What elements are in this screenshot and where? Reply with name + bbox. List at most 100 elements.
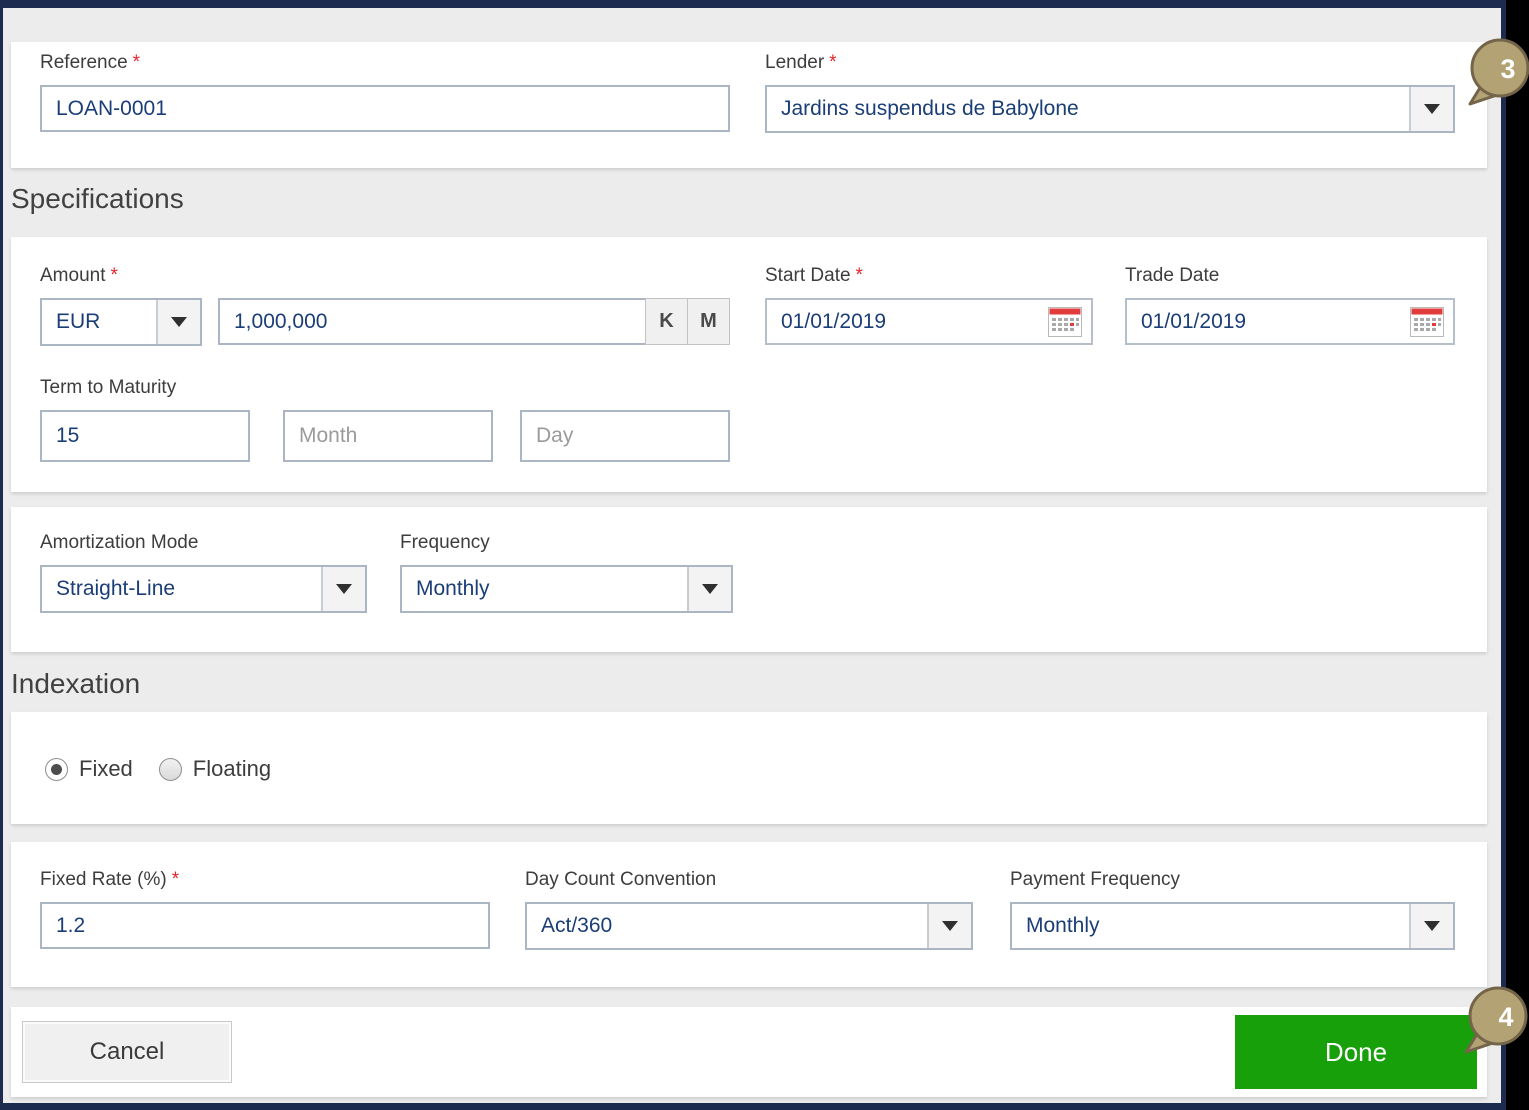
caret-down-icon [702, 584, 718, 594]
start-date-input[interactable]: 01/01/2019 [765, 298, 1093, 345]
radio-selected-icon[interactable] [45, 757, 68, 781]
lender-dropdown-button[interactable] [1409, 87, 1453, 131]
start-date-field-group: Start Date * 01/01/2019 [765, 265, 1093, 345]
lender-selected-value: Jardins suspendus de Babylone [781, 97, 1079, 120]
caret-down-icon [1424, 921, 1440, 931]
currency-selected-value: EUR [56, 310, 101, 333]
amortization-mode-label: Amortization Mode [40, 532, 367, 554]
amount-input-wrap: K M [218, 298, 730, 346]
term-to-maturity-field-group: Term to Maturity [40, 377, 730, 462]
amount-row: EUR K M [40, 298, 730, 346]
indexation-section-title: Indexation [11, 668, 141, 699]
payment-frequency-dropdown-button[interactable] [1409, 904, 1453, 948]
start-date-value: 01/01/2019 [781, 309, 887, 333]
radio-unselected-icon[interactable] [158, 757, 182, 781]
term-day-input[interactable] [520, 410, 730, 462]
amortization-card: Amortization Mode Straight-Line Frequenc… [11, 507, 1487, 652]
trade-date-input[interactable]: 01/01/2019 [1125, 298, 1455, 345]
required-asterisk: * [855, 265, 863, 286]
start-date-label: Start Date * [765, 265, 1093, 287]
thousand-button[interactable]: K [645, 298, 688, 345]
cancel-button[interactable]: Cancel [22, 1021, 232, 1083]
required-asterisk: * [110, 265, 118, 286]
amortization-mode-value: Straight-Line [56, 577, 176, 600]
indexation-type-radio-group: Fixed Floating [45, 756, 271, 782]
radio-option-fixed[interactable]: Fixed [45, 756, 133, 782]
trade-date-label: Trade Date [1125, 265, 1455, 287]
step-3-annotation-badge: 3 [1468, 38, 1529, 106]
term-to-maturity-row [40, 410, 730, 462]
radio-floating-label: Floating [192, 756, 272, 781]
term-to-maturity-label-text: Term to Maturity [40, 377, 177, 398]
million-button[interactable]: M [687, 298, 730, 345]
lender-label-text: Lender [765, 52, 825, 73]
amount-label-text: Amount [40, 265, 106, 286]
frequency-field-group: Frequency Monthly [400, 532, 733, 613]
amount-input[interactable] [218, 298, 646, 345]
radio-option-floating[interactable]: Floating [158, 756, 272, 782]
day-count-convention-value: Act/360 [541, 914, 613, 937]
required-asterisk: * [829, 52, 837, 73]
lender-select[interactable]: Jardins suspendus de Babylone [765, 85, 1455, 133]
payment-frequency-label: Payment Frequency [1010, 869, 1455, 891]
fixed-rate-label: Fixed Rate (%) * [40, 869, 490, 891]
day-count-convention-label: Day Count Convention [525, 869, 973, 891]
reference-input[interactable] [40, 85, 730, 132]
amount-label: Amount * [40, 265, 730, 287]
frequency-label: Frequency [400, 532, 733, 554]
footer-action-bar: Cancel Done [11, 1007, 1487, 1097]
amortization-mode-dropdown-button[interactable] [321, 567, 365, 611]
lender-label: Lender * [765, 52, 1455, 74]
fixed-rate-field-group: Fixed Rate (%) * [40, 869, 490, 949]
frequency-select[interactable]: Monthly [400, 565, 733, 613]
amortization-mode-label-text: Amortization Mode [40, 532, 199, 553]
payment-frequency-select[interactable]: Monthly [1010, 902, 1455, 950]
payment-frequency-value: Monthly [1026, 914, 1100, 937]
reference-field-group: Reference * [40, 52, 730, 132]
trade-date-label-text: Trade Date [1125, 265, 1220, 286]
reference-label: Reference * [40, 52, 730, 74]
radio-fixed-label: Fixed [79, 756, 133, 781]
frequency-dropdown-button[interactable] [687, 567, 731, 611]
reference-label-text: Reference [40, 52, 128, 73]
amortization-mode-select[interactable]: Straight-Line [40, 565, 367, 613]
required-asterisk: * [132, 52, 141, 73]
fixed-rate-card: Fixed Rate (%)* Day Count Convention Act… [11, 842, 1487, 987]
fixed-rate-label-text: Fixed Rate (%) [40, 869, 167, 890]
payment-frequency-field-group: Payment Frequency Monthly [1010, 869, 1455, 950]
amortization-mode-field-group: Amortization Mode Straight-Line [40, 532, 367, 613]
specifications-section-title: Specifications [11, 183, 184, 214]
header-card: Reference* Lender* Jardins suspendus de … [11, 42, 1487, 168]
currency-select[interactable]: EUR [40, 298, 202, 346]
loan-form-page: Reference* Lender* Jardins suspendus de … [3, 8, 1501, 1103]
day-count-convention-label-text: Day Count Convention [525, 869, 717, 890]
caret-down-icon [1424, 104, 1440, 114]
calendar-icon[interactable] [1410, 306, 1444, 337]
currency-dropdown-button[interactable] [156, 300, 200, 344]
amount-field-group: Amount* EUR K M [40, 265, 730, 346]
lender-field-group: Lender * Jardins suspendus de Babylone [765, 52, 1455, 133]
trade-date-value: 01/01/2019 [1141, 309, 1247, 333]
step-3-number: 3 [1500, 54, 1515, 84]
term-to-maturity-label: Term to Maturity [40, 377, 730, 399]
fixed-rate-input[interactable] [40, 902, 490, 949]
term-year-input[interactable] [40, 410, 250, 462]
trade-date-field-group: Trade Date 01/01/2019 [1125, 265, 1455, 345]
step-4-number: 4 [1498, 1002, 1513, 1032]
done-button[interactable]: Done [1235, 1015, 1477, 1089]
caret-down-icon [942, 921, 958, 931]
step-4-annotation-badge: 4 [1464, 986, 1528, 1054]
term-month-input[interactable] [283, 410, 493, 462]
calendar-icon[interactable] [1048, 306, 1082, 337]
specifications-card: Amount* EUR K M Start Date* 01/01/ [11, 237, 1487, 492]
caret-down-icon [336, 584, 352, 594]
start-date-label-text: Start Date [765, 265, 851, 286]
caret-down-icon [171, 317, 187, 327]
day-count-convention-select[interactable]: Act/360 [525, 902, 973, 950]
required-asterisk: * [171, 869, 180, 890]
frequency-value: Monthly [416, 577, 490, 600]
indexation-type-card: Fixed Floating [11, 712, 1487, 824]
frequency-label-text: Frequency [400, 532, 490, 553]
day-count-convention-dropdown-button[interactable] [927, 904, 971, 948]
payment-frequency-label-text: Payment Frequency [1010, 869, 1181, 890]
